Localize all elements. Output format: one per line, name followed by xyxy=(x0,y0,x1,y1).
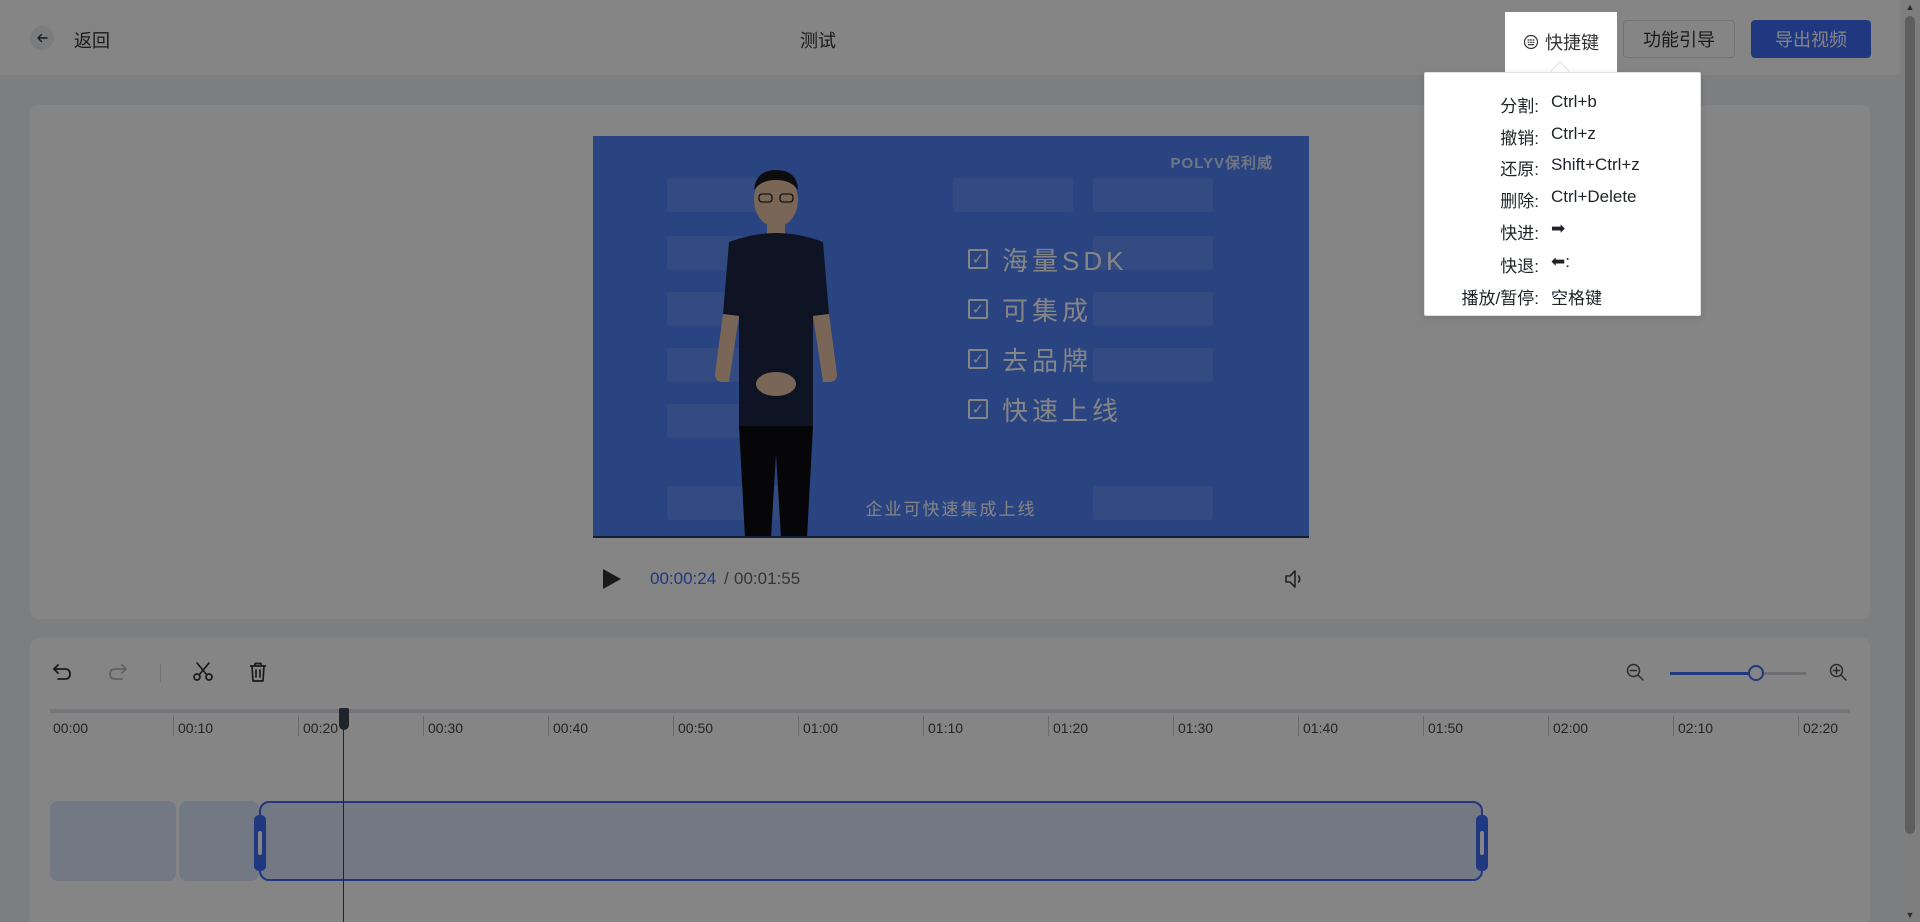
shortcut-keys: ➡ xyxy=(1551,219,1566,238)
shortcut-row: 播放/暂停: 空格键 xyxy=(1425,284,1702,310)
shortcut-keys: Shift+Ctrl+z xyxy=(1551,155,1640,174)
shortcut-row: 还原: Shift+Ctrl+z xyxy=(1425,155,1702,181)
shortcut-keys: ⬅: xyxy=(1551,252,1570,271)
shortcut-action: 撤销: xyxy=(1500,129,1539,148)
shortcut-action: 快退: xyxy=(1500,257,1539,276)
shortcut-row: 撤销: Ctrl+z xyxy=(1425,124,1702,150)
shortcuts-popup: 分割: Ctrl+b 撤销: Ctrl+z 还原: Shift+Ctrl+z 删… xyxy=(1424,72,1701,316)
shortcut-row: 分割: Ctrl+b xyxy=(1425,92,1702,118)
shortcut-action: 分割: xyxy=(1500,97,1539,116)
shortcut-row: 删除: Ctrl+Delete xyxy=(1425,187,1702,213)
shortcut-action: 播放/暂停: xyxy=(1461,289,1539,308)
shortcut-row: 快退: ⬅: xyxy=(1425,252,1702,278)
shortcut-action: 快进: xyxy=(1500,224,1539,243)
shortcut-keys: Ctrl+b xyxy=(1551,92,1597,111)
shortcut-keys: Ctrl+Delete xyxy=(1551,187,1637,206)
keyboard-icon xyxy=(1523,34,1539,50)
shortcut-keys: 空格键 xyxy=(1551,289,1602,308)
shortcut-action: 删除: xyxy=(1500,192,1539,211)
shortcut-keys-label: 快捷键 xyxy=(1545,33,1599,53)
shortcut-keys: Ctrl+z xyxy=(1551,124,1596,143)
shortcut-action: 还原: xyxy=(1500,160,1539,179)
shortcut-row: 快进: ➡ xyxy=(1425,219,1702,245)
